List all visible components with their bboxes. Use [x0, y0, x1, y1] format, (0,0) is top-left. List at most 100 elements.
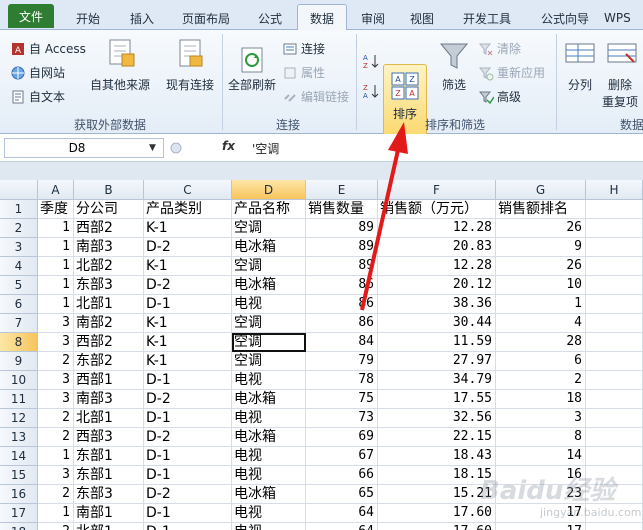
grid-cell[interactable]: 15.21	[378, 485, 496, 504]
grid-cell[interactable]: 3	[38, 333, 74, 352]
grid-cell[interactable]: 8	[496, 428, 586, 447]
grid-cell[interactable]: 空调	[232, 333, 306, 352]
grid-cell[interactable]: 电视	[232, 295, 306, 314]
grid-cell[interactable]: 东部3	[74, 276, 144, 295]
grid-cell[interactable]: K-1	[144, 352, 232, 371]
grid-cell[interactable]: 电冰箱	[232, 485, 306, 504]
grid-cell[interactable]: 86	[306, 314, 378, 333]
formula-input[interactable]: '空调	[252, 140, 279, 157]
grid-cell[interactable]: 11.59	[378, 333, 496, 352]
column-header[interactable]: E	[306, 180, 378, 200]
tab-wps[interactable]: WPS	[604, 6, 643, 30]
grid-cell[interactable]: K-1	[144, 219, 232, 238]
refresh-all-button[interactable]: 全部刷新	[224, 76, 280, 93]
grid-cell[interactable]	[586, 219, 643, 238]
insert-function-icon[interactable]: fx	[222, 139, 235, 153]
grid-cell[interactable]: K-1	[144, 333, 232, 352]
grid-cell[interactable]: 南部3	[74, 238, 144, 257]
grid-cell[interactable]: 电视	[232, 371, 306, 390]
grid-cell[interactable]: 销售数量	[306, 200, 378, 219]
grid-cell[interactable]	[586, 238, 643, 257]
grid-cell[interactable]: 北部1	[74, 295, 144, 314]
tab-view[interactable]: 视图	[400, 6, 444, 30]
from-access-button[interactable]: A 自 Access	[10, 40, 86, 57]
tab-formula-wizard[interactable]: 公式向导	[530, 6, 600, 30]
grid-cell[interactable]: 电视	[232, 447, 306, 466]
grid-cell[interactable]: 17.60	[378, 504, 496, 523]
grid-cell[interactable]	[586, 314, 643, 333]
grid-cell[interactable]: 北部1	[74, 409, 144, 428]
grid-cell[interactable]: 电视	[232, 523, 306, 530]
grid-cell[interactable]: 64	[306, 523, 378, 530]
grid-cell[interactable]: 9	[496, 238, 586, 257]
grid-cell[interactable]	[586, 428, 643, 447]
from-web-button[interactable]: 自网站	[10, 64, 65, 81]
text-to-columns-button[interactable]: 分列	[560, 76, 600, 93]
grid-cell[interactable]: 电视	[232, 466, 306, 485]
grid-cell[interactable]: K-1	[144, 314, 232, 333]
sort-ascending-icon[interactable]: AZ	[362, 52, 380, 70]
grid-cell[interactable]: D-1	[144, 523, 232, 530]
grid-cell[interactable]: D-2	[144, 238, 232, 257]
grid-cell[interactable]: 10	[496, 276, 586, 295]
grid-cell[interactable]: 1	[496, 295, 586, 314]
grid-cell[interactable]: 17.60	[378, 523, 496, 530]
grid-cell[interactable]: D-2	[144, 428, 232, 447]
grid-cell[interactable]: 18	[496, 390, 586, 409]
grid-cell[interactable]: 南部2	[74, 314, 144, 333]
grid-cell[interactable]: 1	[38, 504, 74, 523]
grid-cell[interactable]	[586, 409, 643, 428]
grid-cell[interactable]: 75	[306, 390, 378, 409]
grid-cell[interactable]: 1	[38, 447, 74, 466]
grid-cell[interactable]: 西部3	[74, 428, 144, 447]
grid-cell[interactable]: 电视	[232, 409, 306, 428]
collapse-handle-icon[interactable]	[170, 142, 182, 154]
grid-cell[interactable]	[586, 333, 643, 352]
tab-page-layout[interactable]: 页面布局	[172, 6, 240, 30]
grid-cell[interactable]: 3	[38, 390, 74, 409]
grid-cell[interactable]: 产品类别	[144, 200, 232, 219]
grid-cell[interactable]: 1	[38, 295, 74, 314]
from-other-sources-button[interactable]: 自其他来源	[86, 76, 154, 93]
tab-insert[interactable]: 插入	[118, 6, 166, 30]
filter-button[interactable]: 筛选	[434, 76, 474, 93]
grid-cell[interactable]: 2	[38, 352, 74, 371]
grid-cell[interactable]: 89	[306, 238, 378, 257]
grid-cell[interactable]: 东部1	[74, 466, 144, 485]
grid-cell[interactable]	[586, 200, 643, 219]
grid-cell[interactable]: 18.43	[378, 447, 496, 466]
grid-cell[interactable]: 电视	[232, 504, 306, 523]
tab-review[interactable]: 审阅	[352, 6, 394, 30]
grid-cell[interactable]: 北部1	[74, 523, 144, 530]
grid-cell[interactable]: 2	[38, 485, 74, 504]
grid-cell[interactable]: 东部2	[74, 352, 144, 371]
grid-cell[interactable]: 空调	[232, 257, 306, 276]
grid-cell[interactable]: 空调	[232, 314, 306, 333]
grid-cell[interactable]: 1	[38, 238, 74, 257]
grid-cell[interactable]: 4	[496, 314, 586, 333]
remove-duplicates-button[interactable]: 删除 重复项	[600, 76, 640, 110]
grid-cell[interactable]: 12.28	[378, 257, 496, 276]
grid-cell[interactable]: D-1	[144, 371, 232, 390]
grid-cell[interactable]: 空调	[232, 219, 306, 238]
grid-cell[interactable]: 空调	[232, 352, 306, 371]
grid-cell[interactable]: 22.15	[378, 428, 496, 447]
grid-cell[interactable]: 销售额排名	[496, 200, 586, 219]
grid-cell[interactable]: 30.44	[378, 314, 496, 333]
grid-cell[interactable]: 84	[306, 333, 378, 352]
grid-cell[interactable]: 2	[496, 371, 586, 390]
from-text-button[interactable]: 自文本	[10, 88, 65, 105]
grid-cell[interactable]	[586, 276, 643, 295]
column-header[interactable]: G	[496, 180, 586, 200]
grid-cell[interactable]	[586, 295, 643, 314]
grid-cell[interactable]: D-1	[144, 504, 232, 523]
grid-cell[interactable]: D-1	[144, 447, 232, 466]
column-header[interactable]: H	[586, 180, 643, 200]
grid-cell[interactable]: 12.28	[378, 219, 496, 238]
grid-cell[interactable]: 69	[306, 428, 378, 447]
existing-connections-button[interactable]: 现有连接	[160, 76, 220, 93]
grid-cell[interactable]	[586, 352, 643, 371]
sort-descending-icon[interactable]: ZA	[362, 82, 380, 100]
grid-cell[interactable]: 20.83	[378, 238, 496, 257]
tab-formulas[interactable]: 公式	[246, 6, 294, 30]
